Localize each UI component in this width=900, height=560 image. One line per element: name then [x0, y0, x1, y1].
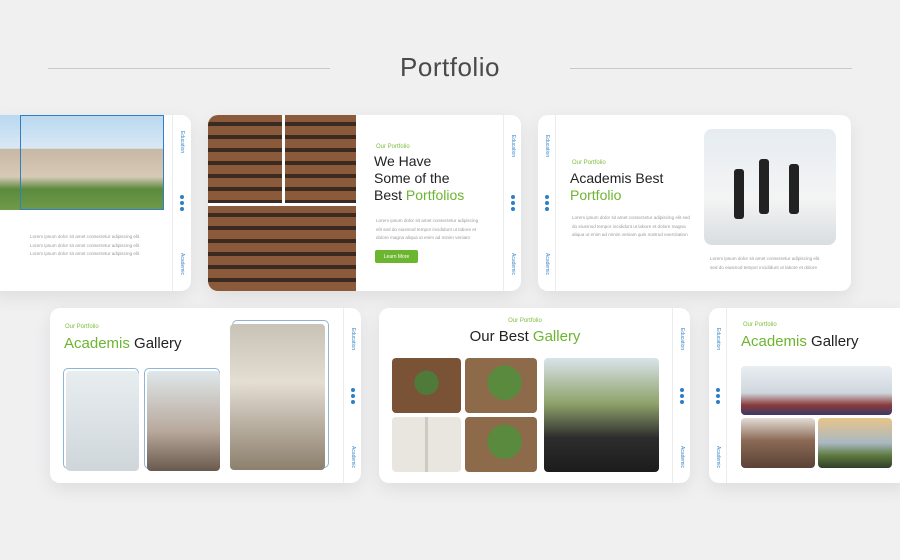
- body-text: Lorem ipsum dolor sit amet consectetur a…: [30, 234, 140, 257]
- side-label-education: Education: [349, 327, 356, 351]
- notebook-photo: [465, 417, 537, 472]
- eyebrow-label: Our Portfolio: [743, 322, 777, 328]
- side-strip: Education Academic: [172, 115, 190, 291]
- side-label-academic: Academic: [509, 253, 516, 275]
- eyebrow-label: Our Portfolio: [376, 144, 410, 150]
- slide-card[interactable]: Our Portfolio Our Best Gallery Education…: [379, 308, 690, 483]
- nav-dots-icon[interactable]: [679, 387, 684, 404]
- nav-dots-icon[interactable]: [544, 195, 549, 211]
- plant-photo: [392, 358, 461, 413]
- learn-more-button[interactable]: Learn More: [375, 250, 418, 263]
- slide-card[interactable]: Education Academic Our Portfolio Academi…: [538, 115, 851, 291]
- side-strip: Education Academic: [343, 308, 361, 483]
- body-text-secondary: Lorem ipsum dolor sit amet consectetur a…: [710, 256, 820, 270]
- slide-heading: Academis Best Portfolio: [570, 170, 664, 203]
- nav-dots-icon[interactable]: [510, 195, 515, 211]
- side-strip: Education Academic: [538, 115, 556, 291]
- side-label-academic: Academic: [349, 446, 356, 468]
- field-celebration-photo: [818, 418, 892, 468]
- side-label-academic: Academic: [714, 446, 721, 468]
- nav-dots-icon[interactable]: [179, 195, 184, 211]
- book-photo: [392, 417, 461, 472]
- plant-photo: [465, 358, 537, 413]
- photo-frame: [20, 115, 164, 210]
- jumping-students-photo: [704, 129, 836, 245]
- students-laptop-photo: [147, 371, 220, 471]
- body-text: Lorem ipsum dolor sit amet consectetur a…: [572, 215, 690, 238]
- page-title: Portfolio: [400, 52, 500, 82]
- photo-divider-v: [282, 115, 285, 205]
- caps-toss-photo: [741, 366, 892, 415]
- nav-dots-icon[interactable]: [350, 387, 355, 404]
- side-label-education: Education: [178, 130, 185, 154]
- body-text: Lorem ipsum dolor sit amet consectetur a…: [376, 218, 479, 241]
- side-label-education: Education: [509, 134, 516, 158]
- photo-divider-h: [208, 203, 356, 206]
- side-label-academic: Academic: [178, 253, 185, 275]
- slide-heading: We Have Some of the Best Portfolios: [374, 153, 465, 203]
- eyebrow-label: Our Portfolio: [508, 318, 542, 324]
- slide-card[interactable]: Our Portfolio We Have Some of the Best P…: [208, 115, 521, 291]
- eyebrow-label: Our Portfolio: [65, 324, 99, 330]
- side-label-education: Education: [714, 327, 721, 351]
- nav-dots-icon[interactable]: [715, 387, 720, 404]
- graduates-photo: [544, 358, 659, 472]
- side-label-education: Education: [543, 134, 550, 158]
- slide-heading: Our Best Gallery: [469, 328, 581, 345]
- student-portrait-photo: [741, 418, 815, 468]
- side-strip: Education Academic: [672, 308, 690, 483]
- slide-card[interactable]: Lorem ipsum dolor sit amet consectetur a…: [0, 115, 191, 291]
- side-label-academic: Academic: [678, 446, 685, 468]
- side-label-academic: Academic: [543, 253, 550, 275]
- glass-building-photo: [66, 371, 139, 471]
- side-label-education: Education: [678, 327, 685, 351]
- eyebrow-label: Our Portfolio: [572, 160, 606, 166]
- side-strip: Education Academic: [709, 308, 727, 483]
- slide-heading: Academis Gallery: [64, 335, 182, 352]
- slide-card[interactable]: Education Academic Our Portfolio Academi…: [709, 308, 900, 483]
- side-strip: Education Academic: [503, 115, 521, 291]
- slide-card[interactable]: Our Portfolio Academis Gallery Education…: [50, 308, 361, 483]
- slide-heading: Academis Gallery: [741, 333, 859, 350]
- graduation-cap-photo: [230, 324, 325, 470]
